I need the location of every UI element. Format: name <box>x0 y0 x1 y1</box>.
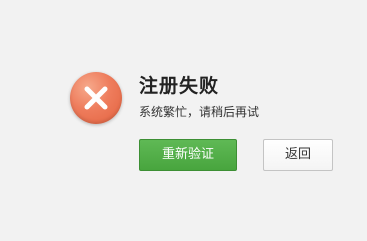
error-x-icon <box>70 72 122 124</box>
back-button[interactable]: 返回 <box>263 139 333 171</box>
dialog-title: 注册失败 <box>139 75 220 97</box>
dialog-message: 系统繁忙，请稍后再试 <box>139 105 260 119</box>
retry-verify-button[interactable]: 重新验证 <box>139 139 237 171</box>
error-dialog: 注册失败 系统繁忙，请稍后再试 重新验证 返回 <box>0 0 367 241</box>
